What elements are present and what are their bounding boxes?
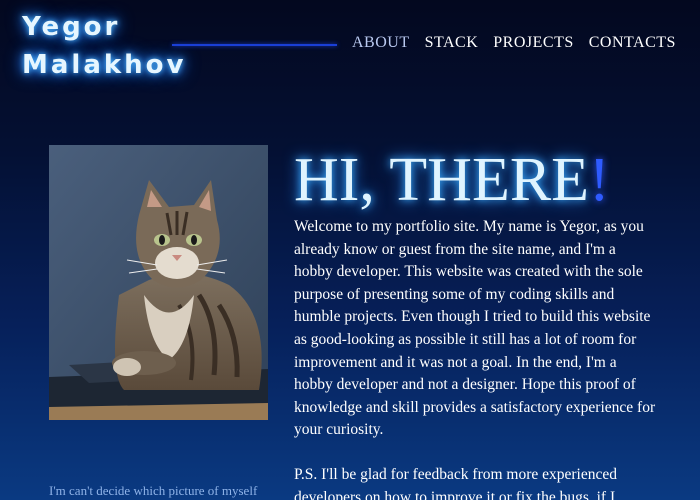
intro-text: Welcome to my portfolio site. My name is… (294, 216, 656, 500)
hero-title-exclamation: ! (589, 146, 610, 214)
cat-image (49, 145, 268, 420)
site-logo[interactable]: Yegor Malakhov (22, 8, 187, 84)
intro-paragraph: Welcome to my portfolio site. My name is… (294, 218, 656, 439)
nav-contacts[interactable]: CONTACTS (589, 34, 676, 52)
nav-stack[interactable]: STACK (425, 34, 479, 52)
nav-projects[interactable]: PROJECTS (493, 34, 573, 52)
nav-about[interactable]: ABOUT (352, 34, 410, 52)
hero-title: HI, THERE! (294, 142, 610, 218)
main-nav: ABOUT STACK PROJECTS CONTACTS (352, 34, 691, 52)
profile-photo (49, 145, 268, 420)
intro-ps: P.S. I'll be glad for feedback from more… (294, 465, 618, 500)
nav-divider-line (172, 44, 337, 46)
logo-last-name: Malakhov (22, 50, 187, 80)
hero-title-text: HI, THERE (294, 146, 590, 214)
photo-caption: I'm can't decide which picture of myself (49, 483, 258, 498)
logo-first-name: Yegor (22, 12, 121, 42)
